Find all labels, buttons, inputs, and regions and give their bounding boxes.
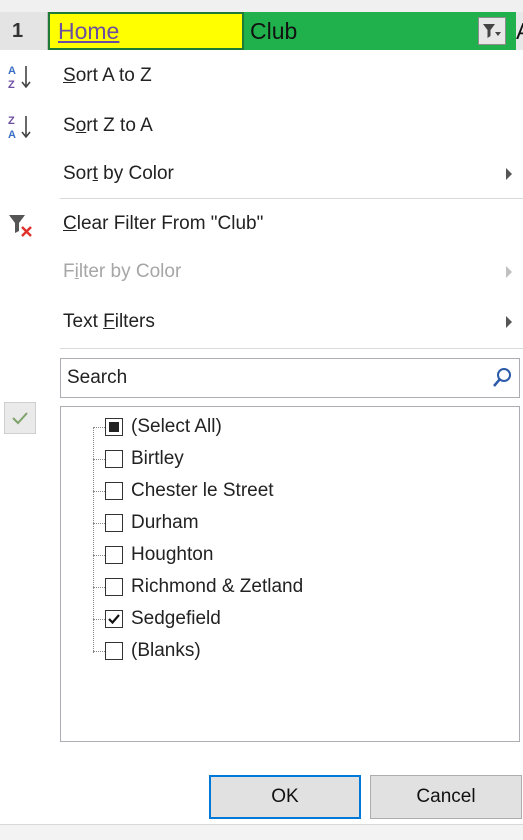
list-item[interactable]: Durham <box>61 507 517 539</box>
search-input[interactable]: Search <box>60 358 520 398</box>
cell-next[interactable]: A <box>516 12 523 50</box>
list-item[interactable]: Houghton <box>61 539 517 571</box>
sort-by-color-item[interactable]: Sort by Color <box>0 152 523 196</box>
value-list[interactable]: (Select All) Birtley Chester le Street D… <box>60 406 520 742</box>
list-item[interactable]: Sedgefield <box>61 603 517 635</box>
list-item[interactable]: (Blanks) <box>61 635 517 667</box>
submenu-arrow-icon <box>506 168 512 180</box>
list-item[interactable]: Chester le Street <box>61 475 517 507</box>
search-text: Search <box>67 367 128 388</box>
clear-filter-icon <box>9 215 32 237</box>
list-item[interactable]: Birtley <box>61 443 517 475</box>
check-icon <box>108 614 120 625</box>
menu-separator <box>60 198 523 199</box>
svg-text:Z: Z <box>8 115 15 127</box>
checkbox-checked[interactable] <box>105 610 123 628</box>
bottom-strip <box>0 824 523 840</box>
cell-home[interactable]: Home <box>48 12 244 50</box>
text-filters-item[interactable]: Text Filters <box>0 300 523 344</box>
sheet-header-row: 1 Home Club A <box>0 0 523 50</box>
svg-text:A: A <box>8 129 16 141</box>
ok-button[interactable]: OK <box>209 775 361 819</box>
search-icon[interactable] <box>491 367 513 389</box>
row-number: 1 <box>0 12 48 50</box>
checkbox[interactable] <box>105 546 123 564</box>
filter-dropdown-button[interactable] <box>478 17 506 45</box>
checkbox[interactable] <box>105 450 123 468</box>
filter-menu: A Z Sort A to Z Z A Sort Z to A Sort by … <box>0 50 523 839</box>
checkbox[interactable] <box>105 514 123 532</box>
checkbox[interactable] <box>105 418 123 436</box>
list-item[interactable]: Richmond & Zetland <box>61 571 517 603</box>
submenu-arrow-icon <box>506 316 512 328</box>
cell-club[interactable]: Club <box>244 12 516 50</box>
svg-text:A: A <box>8 65 16 77</box>
checkbox[interactable] <box>105 642 123 660</box>
filter-by-color-item: Filter by Color <box>0 250 523 294</box>
list-item[interactable]: (Select All) <box>61 411 517 443</box>
sort-a-to-z-item[interactable]: A Z Sort A to Z <box>0 54 523 98</box>
checkbox[interactable] <box>105 578 123 596</box>
svg-text:Z: Z <box>8 79 15 91</box>
sort-descending-icon: Z A <box>8 115 31 141</box>
sort-ascending-icon: A Z <box>8 65 31 91</box>
cancel-button[interactable]: Cancel <box>370 775 522 819</box>
sort-z-to-a-item[interactable]: Z A Sort Z to A <box>0 104 523 148</box>
menu-separator <box>60 348 523 349</box>
filter-dropdown-icon <box>483 24 501 38</box>
checkbox[interactable] <box>105 482 123 500</box>
submenu-arrow-icon <box>506 266 512 278</box>
checkmark-icon <box>4 402 36 434</box>
clear-filter-item[interactable]: Clear Filter From "Club" <box>0 202 523 246</box>
